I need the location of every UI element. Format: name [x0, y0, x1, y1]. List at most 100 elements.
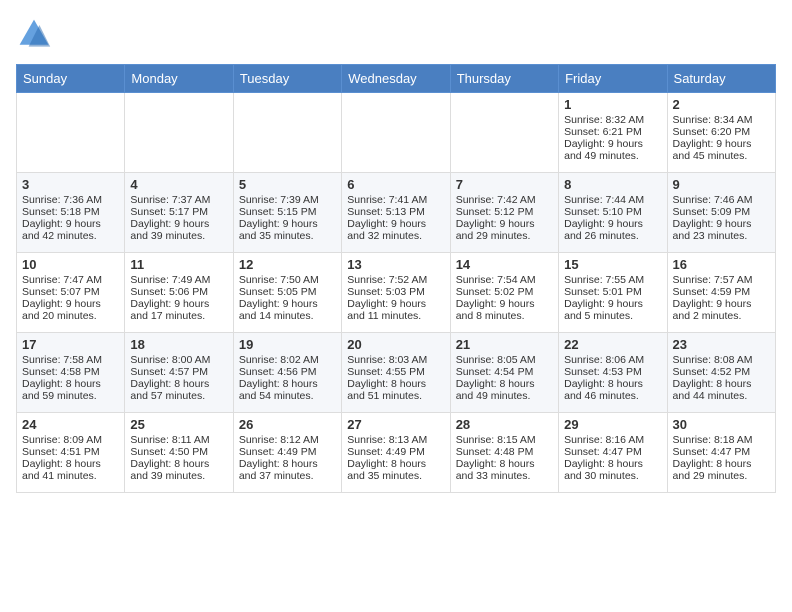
day-info: Sunset: 4:48 PM: [456, 446, 553, 458]
day-info: Daylight: 8 hours and 41 minutes.: [22, 458, 119, 482]
day-info: Sunrise: 8:12 AM: [239, 434, 336, 446]
day-info: Sunrise: 8:18 AM: [673, 434, 770, 446]
day-info: Daylight: 9 hours and 39 minutes.: [130, 218, 227, 242]
day-info: Sunrise: 8:06 AM: [564, 354, 661, 366]
day-info: Sunrise: 8:11 AM: [130, 434, 227, 446]
day-info: Sunset: 5:07 PM: [22, 286, 119, 298]
day-info: Sunset: 4:47 PM: [673, 446, 770, 458]
day-info: Sunrise: 8:03 AM: [347, 354, 444, 366]
day-info: Daylight: 9 hours and 17 minutes.: [130, 298, 227, 322]
calendar-cell: [233, 93, 341, 173]
week-row-2: 3Sunrise: 7:36 AMSunset: 5:18 PMDaylight…: [17, 173, 776, 253]
logo-icon: [16, 16, 52, 52]
day-number: 11: [130, 257, 227, 272]
day-number: 15: [564, 257, 661, 272]
day-number: 13: [347, 257, 444, 272]
day-info: Sunrise: 7:58 AM: [22, 354, 119, 366]
day-info: Sunrise: 7:52 AM: [347, 274, 444, 286]
calendar-cell: 5Sunrise: 7:39 AMSunset: 5:15 PMDaylight…: [233, 173, 341, 253]
day-number: 17: [22, 337, 119, 352]
day-info: Sunset: 4:53 PM: [564, 366, 661, 378]
calendar-cell: 28Sunrise: 8:15 AMSunset: 4:48 PMDayligh…: [450, 413, 558, 493]
calendar-body: 1 Sunrise: 8:32 AMSunset: 6:21 PM Daylight…: [17, 93, 776, 493]
calendar-cell: 16Sunrise: 7:57 AMSunset: 4:59 PMDayligh…: [667, 253, 775, 333]
day-number: 22: [564, 337, 661, 352]
day-info: Daylight: 9 hours and 11 minutes.: [347, 298, 444, 322]
day-info: Daylight: 8 hours and 35 minutes.: [347, 458, 444, 482]
days-header-row: SundayMondayTuesdayWednesdayThursdayFrid…: [17, 65, 776, 93]
calendar-cell: 9Sunrise: 7:46 AMSunset: 5:09 PMDaylight…: [667, 173, 775, 253]
calendar-cell: 27Sunrise: 8:13 AMSunset: 4:49 PMDayligh…: [342, 413, 450, 493]
calendar-cell: 8Sunrise: 7:44 AMSunset: 5:10 PMDaylight…: [559, 173, 667, 253]
week-row-3: 10Sunrise: 7:47 AMSunset: 5:07 PMDayligh…: [17, 253, 776, 333]
day-info: Daylight: 8 hours and 54 minutes.: [239, 378, 336, 402]
day-number: 9: [673, 177, 770, 192]
day-number: 6: [347, 177, 444, 192]
calendar-cell: 3Sunrise: 7:36 AMSunset: 5:18 PMDaylight…: [17, 173, 125, 253]
day-info: Daylight: 8 hours and 30 minutes.: [564, 458, 661, 482]
day-info: Daylight: 9 hours and 20 minutes.: [22, 298, 119, 322]
day-header-friday: Friday: [559, 65, 667, 93]
day-info: Sunrise: 8:16 AM: [564, 434, 661, 446]
day-info: Daylight: 9 hours and 8 minutes.: [456, 298, 553, 322]
day-info: Sunrise: 7:54 AM: [456, 274, 553, 286]
day-info: Sunset: 4:56 PM: [239, 366, 336, 378]
calendar-cell: 29Sunrise: 8:16 AMSunset: 4:47 PMDayligh…: [559, 413, 667, 493]
day-header-tuesday: Tuesday: [233, 65, 341, 93]
day-info: Sunset: 4:49 PM: [239, 446, 336, 458]
calendar-cell: 21Sunrise: 8:05 AMSunset: 4:54 PMDayligh…: [450, 333, 558, 413]
calendar-cell: [450, 93, 558, 173]
day-number: 1: [564, 97, 661, 112]
calendar-cell: 15Sunrise: 7:55 AMSunset: 5:01 PMDayligh…: [559, 253, 667, 333]
day-number: 19: [239, 337, 336, 352]
day-number: 2: [673, 97, 770, 112]
calendar-cell: 10Sunrise: 7:47 AMSunset: 5:07 PMDayligh…: [17, 253, 125, 333]
day-header-thursday: Thursday: [450, 65, 558, 93]
day-number: 23: [673, 337, 770, 352]
day-info: Sunset: 4:55 PM: [347, 366, 444, 378]
calendar-cell: 20Sunrise: 8:03 AMSunset: 4:55 PMDayligh…: [342, 333, 450, 413]
day-info: Daylight: 8 hours and 59 minutes.: [22, 378, 119, 402]
day-info: Sunset: 4:57 PM: [130, 366, 227, 378]
day-number: 30: [673, 417, 770, 432]
day-info: Daylight: 8 hours and 37 minutes.: [239, 458, 336, 482]
day-info: Sunset: 5:15 PM: [239, 206, 336, 218]
week-row-5: 24Sunrise: 8:09 AMSunset: 4:51 PMDayligh…: [17, 413, 776, 493]
day-number: 25: [130, 417, 227, 432]
day-info: Daylight: 9 hours and 42 minutes.: [22, 218, 119, 242]
week-row-1: 1Sunrise: 8:32 AMSunset: 6:21 PMDaylight…: [17, 93, 776, 173]
day-info: Daylight: 9 hours and 14 minutes.: [239, 298, 336, 322]
day-info: Sunset: 4:49 PM: [347, 446, 444, 458]
day-info: Sunset: 5:09 PM: [673, 206, 770, 218]
day-info: Sunrise: 8:02 AM: [239, 354, 336, 366]
day-number: 8: [564, 177, 661, 192]
day-info: Daylight: 9 hours and 23 minutes.: [673, 218, 770, 242]
day-info: Daylight: 9 hours and 32 minutes.: [347, 218, 444, 242]
day-info: Sunrise: 8:13 AM: [347, 434, 444, 446]
day-info: Daylight: 8 hours and 57 minutes.: [130, 378, 227, 402]
day-info: Sunrise: 8:34 AM: [673, 114, 770, 126]
calendar-cell: 1Sunrise: 8:32 AMSunset: 6:21 PMDaylight…: [559, 93, 667, 173]
day-info: Sunrise: 7:39 AM: [239, 194, 336, 206]
day-number: 18: [130, 337, 227, 352]
day-number: 28: [456, 417, 553, 432]
day-info: Daylight: 8 hours and 46 minutes.: [564, 378, 661, 402]
day-header-monday: Monday: [125, 65, 233, 93]
day-info: Sunrise: 7:57 AM: [673, 274, 770, 286]
day-number: 5: [239, 177, 336, 192]
calendar-cell: 25Sunrise: 8:11 AMSunset: 4:50 PMDayligh…: [125, 413, 233, 493]
day-info: Daylight: 9 hours and 26 minutes.: [564, 218, 661, 242]
day-header-saturday: Saturday: [667, 65, 775, 93]
day-number: 21: [456, 337, 553, 352]
calendar-cell: 17Sunrise: 7:58 AMSunset: 4:58 PMDayligh…: [17, 333, 125, 413]
day-info: Sunrise: 8:32 AM: [564, 114, 661, 126]
calendar-cell: 4Sunrise: 7:37 AMSunset: 5:17 PMDaylight…: [125, 173, 233, 253]
day-info: Daylight: 9 hours and 5 minutes.: [564, 298, 661, 322]
day-info: Sunrise: 7:41 AM: [347, 194, 444, 206]
day-info: Sunset: 6:21 PM: [564, 126, 661, 138]
day-number: 4: [130, 177, 227, 192]
calendar-cell: 19 Sunrise: 8:02 AMSunset: 4:56 PMDayligh…: [233, 333, 341, 413]
day-info: Daylight: 9 hours and 29 minutes.: [456, 218, 553, 242]
day-info: Sunset: 5:03 PM: [347, 286, 444, 298]
day-info: Daylight: 8 hours and 44 minutes.: [673, 378, 770, 402]
